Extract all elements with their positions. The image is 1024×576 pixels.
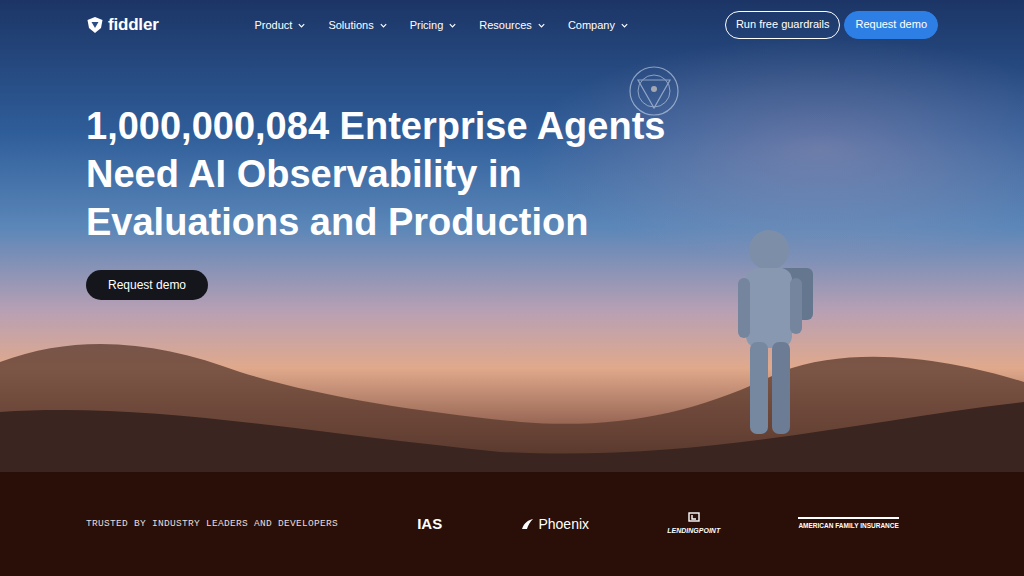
menu-item[interactable]: Company — [568, 17, 629, 34]
fiddler-logo-icon — [86, 16, 104, 34]
hero-title: 1,000,000,084 Enterprise Agents Need AI … — [86, 102, 706, 246]
customer-logo: AMERICAN FAMILY INSURANCE — [798, 517, 898, 531]
menu-label: Resources — [479, 17, 532, 34]
brand-logo[interactable]: fiddler — [86, 12, 159, 38]
logo-name: Phoenix — [538, 514, 589, 535]
header-actions: Run free guardrails Request demo — [725, 11, 938, 38]
trust-strip: TRUSTED BY INDUSTRY LEADERS AND DEVELOPE… — [0, 472, 1024, 576]
menu-item[interactable]: Solutions — [328, 17, 387, 34]
top-navbar: fiddler Product Solutions Pricing Resources C… — [0, 0, 1024, 42]
guardrails-button[interactable]: Run free guardrails — [725, 11, 841, 38]
main-menu: Product Solutions Pricing Resources Company — [254, 17, 628, 34]
menu-label: Pricing — [410, 17, 444, 34]
menu-label: Company — [568, 17, 615, 34]
hills-image — [0, 302, 1024, 472]
hero-content: 1,000,000,084 Enterprise Agents Need AI … — [0, 42, 1024, 300]
customer-logo: Phoenix — [520, 514, 589, 535]
menu-item[interactable]: Resources — [479, 17, 546, 34]
chevron-down-icon — [537, 21, 546, 30]
brand-name: fiddler — [108, 12, 159, 38]
hero-section: fiddler Product Solutions Pricing Resources C… — [0, 0, 1024, 472]
button-label: Run free guardrails — [736, 18, 830, 30]
trust-label: TRUSTED BY INDUSTRY LEADERS AND DEVELOPE… — [86, 517, 338, 531]
phoenix-bird-icon — [520, 517, 534, 531]
logo-name: IAS — [417, 513, 442, 536]
customer-logo: IAS — [417, 513, 442, 536]
hero-request-demo-button[interactable]: Request demo — [86, 270, 208, 300]
lendingpoint-mark-icon — [688, 512, 700, 522]
button-label: Request demo — [855, 18, 927, 30]
menu-label: Solutions — [328, 17, 373, 34]
chevron-down-icon — [620, 21, 629, 30]
customer-logo: LENDINGPOINT — [667, 512, 720, 537]
logo-name: AMERICAN FAMILY INSURANCE — [798, 521, 898, 531]
customer-logos: IAS Phoenix LENDINGPOINT AMERICAN FAMILY IN… — [338, 512, 938, 537]
chevron-down-icon — [297, 21, 306, 30]
menu-item[interactable]: Pricing — [410, 17, 458, 34]
menu-label: Product — [254, 17, 292, 34]
chevron-down-icon — [448, 21, 457, 30]
menu-item[interactable]: Product — [254, 17, 306, 34]
request-demo-button[interactable]: Request demo — [844, 11, 938, 38]
logo-name: LENDINGPOINT — [667, 526, 720, 537]
chevron-down-icon — [379, 21, 388, 30]
astronaut-image — [724, 220, 824, 450]
